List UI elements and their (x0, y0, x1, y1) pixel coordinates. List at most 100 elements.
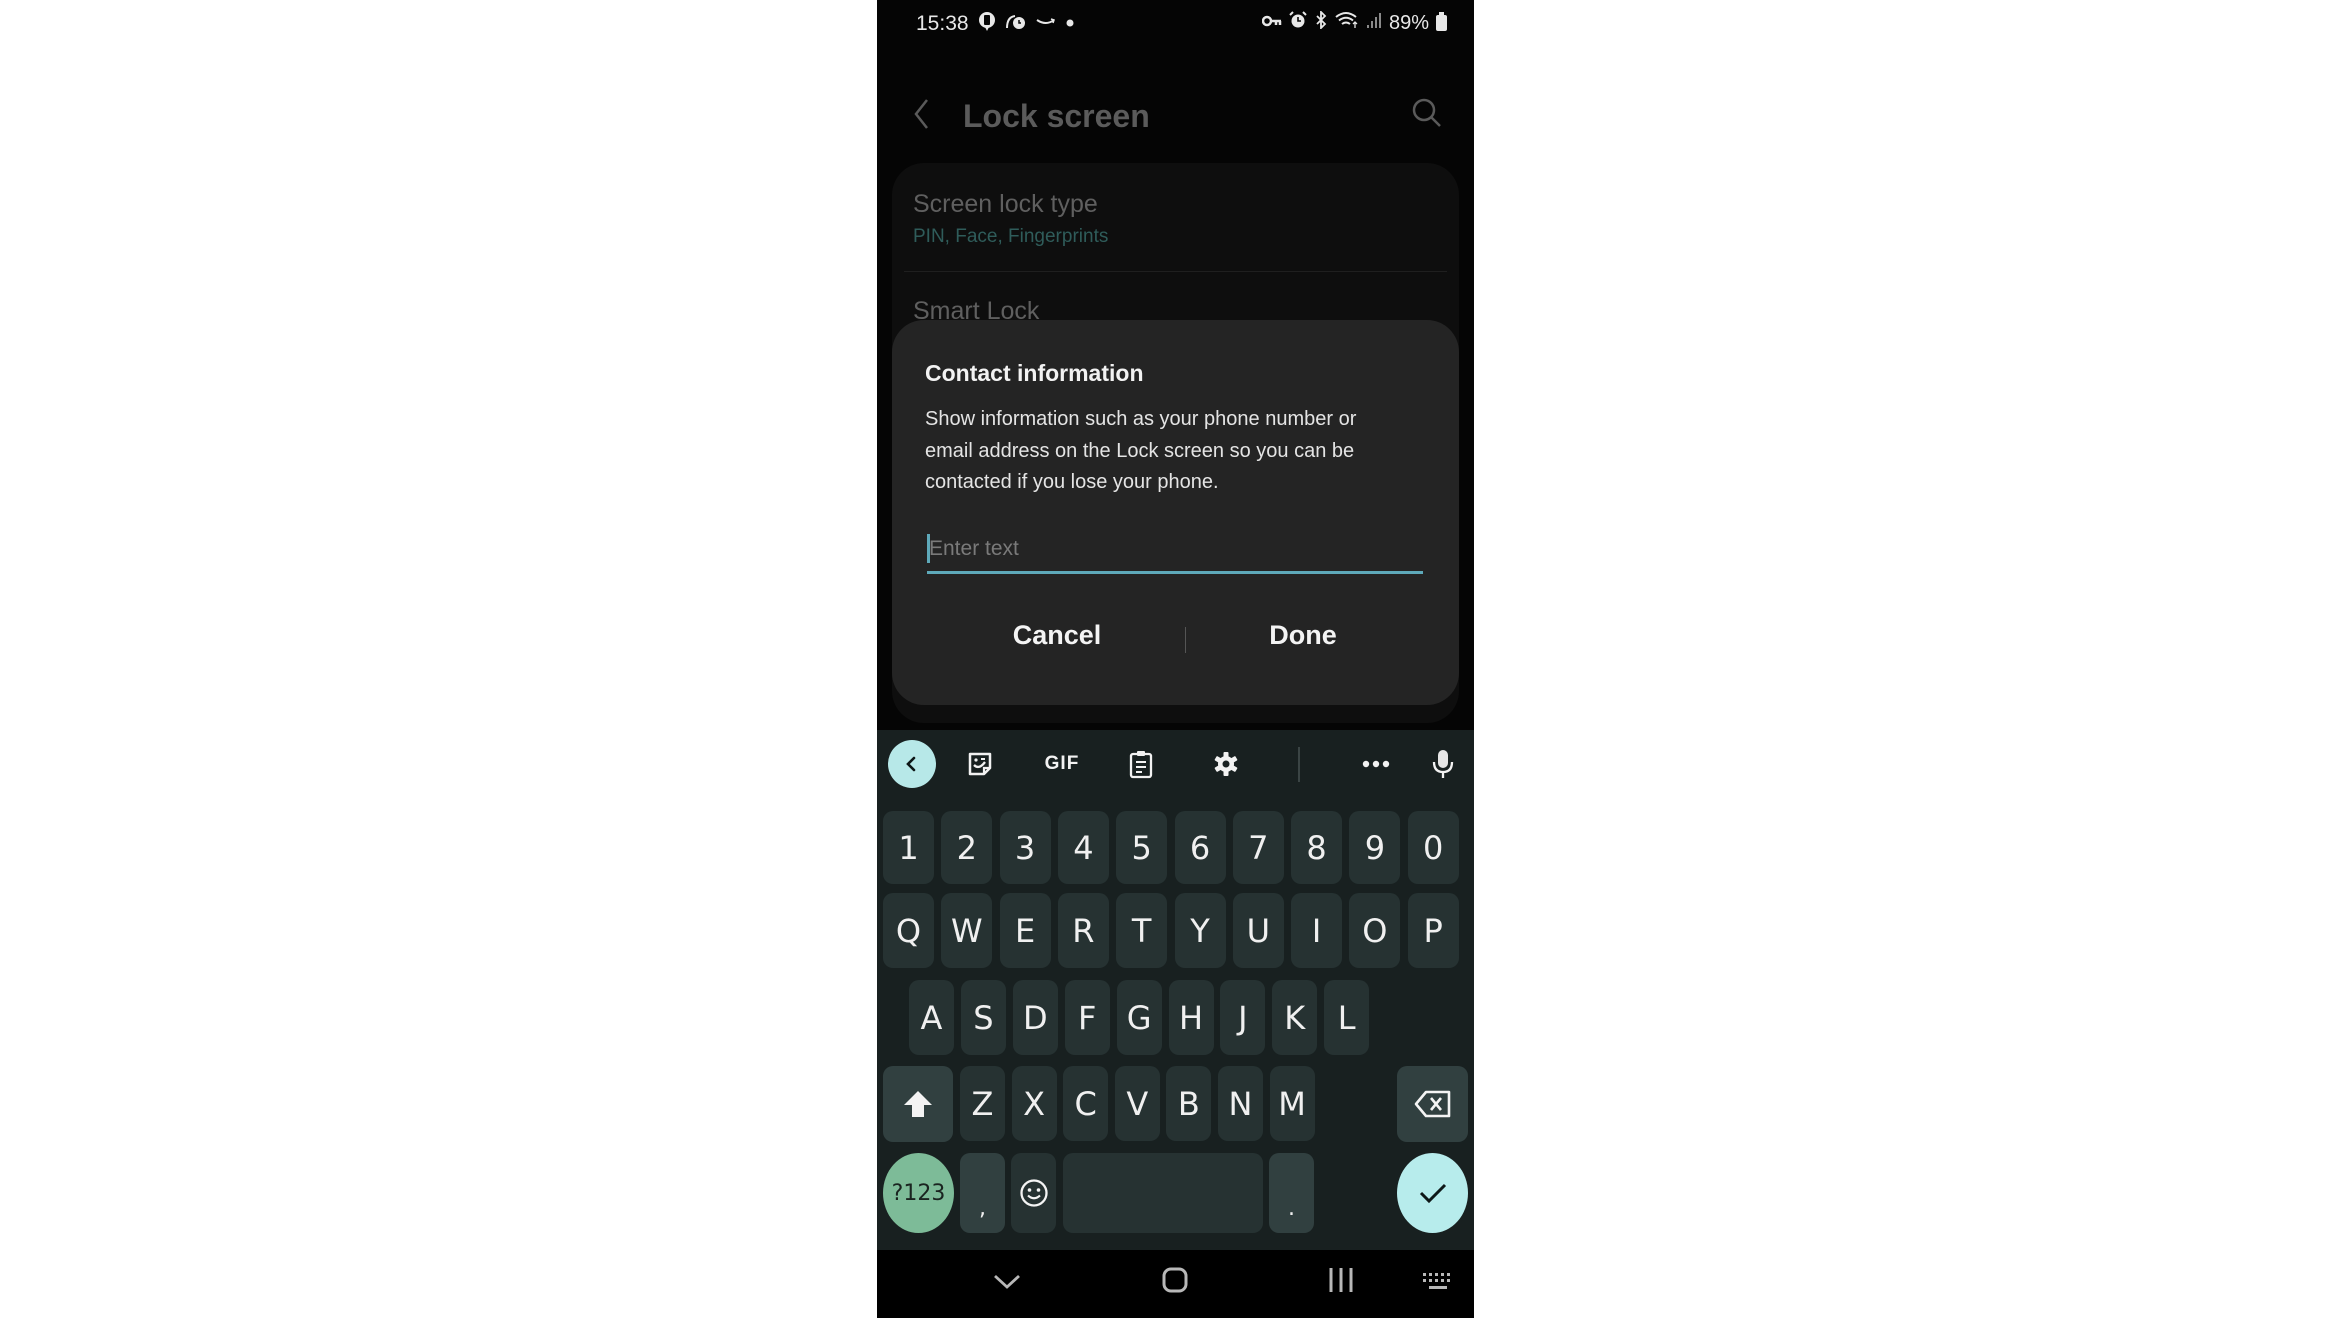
status-bar: 15:38 89% (877, 0, 1474, 45)
key-a[interactable]: A (909, 980, 954, 1055)
key-b[interactable]: B (1166, 1066, 1212, 1141)
key-k[interactable]: K (1272, 980, 1318, 1055)
key-0[interactable]: 0 (1407, 811, 1459, 884)
back-button[interactable] (907, 96, 937, 132)
keyboard-settings-button[interactable] (1202, 740, 1250, 788)
recent-apps-button[interactable] (1328, 1267, 1354, 1298)
gear-icon (1214, 752, 1238, 776)
toolbar-collapse-button[interactable] (888, 740, 936, 788)
status-time: 15:38 (916, 12, 969, 35)
button-divider (1185, 627, 1186, 653)
contact-information-dialog: Contact information Show information suc… (892, 320, 1459, 705)
navigation-bar (877, 1250, 1474, 1318)
key-s[interactable]: S (960, 980, 1006, 1055)
dialog-message: Show information such as your phone numb… (925, 408, 1357, 493)
key-y[interactable]: Y (1174, 893, 1226, 968)
key-u[interactable]: U (1232, 893, 1284, 968)
dot-icon (1065, 14, 1075, 34)
key-1[interactable]: 1 (883, 811, 934, 884)
more-horizontal-icon (1362, 760, 1390, 768)
key-v[interactable]: V (1114, 1066, 1160, 1141)
key-q[interactable]: Q (883, 893, 934, 968)
sticker-icon (968, 752, 992, 776)
sticker-button[interactable] (956, 740, 1004, 788)
key-9[interactable]: 9 (1349, 811, 1401, 884)
settings-item-screen-lock-type[interactable]: Screen lock type PIN, Face, Fingerprints (892, 163, 1459, 271)
settings-item-title: Screen lock type (913, 190, 1098, 218)
search-button[interactable] (1410, 96, 1444, 130)
key-f[interactable]: F (1064, 980, 1110, 1055)
key-c[interactable]: C (1063, 1066, 1109, 1141)
search-icon (1412, 98, 1441, 127)
shift-key[interactable] (883, 1066, 953, 1142)
phone-screen: 15:38 89% Lock screen Screen lock type P… (877, 0, 1474, 1318)
comma-key[interactable]: , (960, 1153, 1005, 1233)
symbols-key[interactable]: ?123 (883, 1153, 954, 1233)
backspace-icon (1414, 1090, 1450, 1118)
cancel-button[interactable]: Cancel (957, 620, 1157, 651)
wellbeing-icon (1005, 12, 1027, 36)
more-options-button[interactable] (1352, 740, 1400, 788)
dialog-title: Contact information (925, 360, 1144, 386)
chevron-left-icon (914, 99, 928, 129)
key-r[interactable]: R (1057, 893, 1109, 968)
alarm-icon (1289, 11, 1307, 35)
key-i[interactable]: I (1291, 893, 1343, 968)
key-h[interactable]: H (1168, 980, 1214, 1055)
period-key[interactable]: . (1269, 1153, 1314, 1233)
home-icon (1162, 1267, 1188, 1293)
key-m[interactable]: M (1269, 1066, 1315, 1141)
gif-label: GIF (1044, 753, 1080, 774)
key-t[interactable]: T (1116, 893, 1168, 968)
done-button[interactable]: Done (1203, 620, 1403, 651)
home-button[interactable] (1161, 1266, 1189, 1299)
vpn-key-icon (1261, 13, 1282, 33)
gif-button[interactable]: GIF (1031, 740, 1093, 788)
clipboard-icon (1129, 751, 1153, 779)
key-d[interactable]: D (1012, 980, 1058, 1055)
key-z[interactable]: Z (960, 1066, 1005, 1141)
key-j[interactable]: J (1220, 980, 1266, 1055)
contact-info-field[interactable] (927, 528, 1423, 574)
enter-key[interactable] (1397, 1153, 1468, 1233)
key-g[interactable]: G (1116, 980, 1162, 1055)
checkmark-icon (1419, 1183, 1446, 1204)
bluetooth-icon (1314, 9, 1328, 35)
key-8[interactable]: 8 (1291, 811, 1343, 884)
key-w[interactable]: W (941, 893, 993, 968)
recent-apps-icon (1329, 1268, 1353, 1292)
key-4[interactable]: 4 (1057, 811, 1109, 884)
on-screen-keyboard: GIF 1234567890 QWERTYUIOP ASDFGHJKL ZXCVBNM… (877, 730, 1474, 1250)
keyboard-toolbar: GIF (877, 730, 1474, 800)
key-n[interactable]: N (1218, 1066, 1263, 1141)
key-x[interactable]: X (1011, 1066, 1057, 1141)
shift-arrow-icon (904, 1091, 932, 1117)
key-o[interactable]: O (1349, 893, 1401, 968)
chevron-down-icon (994, 1274, 1020, 1289)
microphone-icon (1432, 750, 1454, 778)
key-6[interactable]: 6 (1174, 811, 1226, 884)
keyboard-switch-button[interactable] (1422, 1272, 1454, 1297)
contact-info-input[interactable] (927, 528, 1423, 570)
key-5[interactable]: 5 (1116, 811, 1168, 884)
key-2[interactable]: 2 (941, 811, 993, 884)
space-key[interactable] (1063, 1153, 1263, 1233)
app-bar: Lock screen (877, 90, 1474, 140)
amazon-icon (1036, 14, 1056, 34)
key-e[interactable]: E (999, 893, 1051, 968)
key-l[interactable]: L (1324, 980, 1370, 1055)
emoji-key[interactable] (1011, 1153, 1056, 1233)
text-cursor (927, 534, 930, 563)
key-7[interactable]: 7 (1232, 811, 1284, 884)
key-p[interactable]: P (1407, 893, 1459, 968)
battery-icon (1436, 12, 1447, 31)
hide-keyboard-button[interactable] (992, 1272, 1022, 1297)
key-3[interactable]: 3 (999, 811, 1051, 884)
wifi-icon (1335, 11, 1359, 35)
chevron-left-icon (906, 756, 916, 772)
page-title: Lock screen (963, 98, 1150, 134)
backspace-key[interactable] (1397, 1066, 1468, 1142)
battery-percent: 89% (1388, 11, 1429, 34)
voice-input-button[interactable] (1419, 740, 1467, 788)
clipboard-button[interactable] (1117, 740, 1165, 788)
